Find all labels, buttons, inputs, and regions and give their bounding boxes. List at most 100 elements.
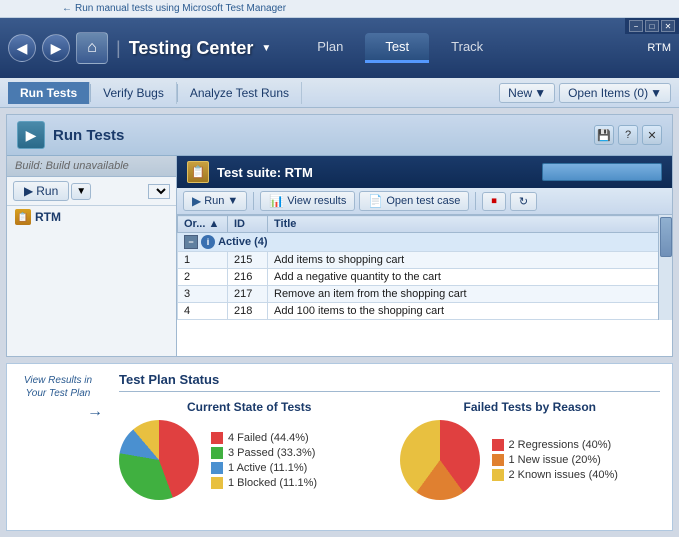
failed-tests-section: Failed Tests by Reason 2 Regressions (40… — [400, 400, 661, 500]
blocked-label: 1 Blocked (11.1%) — [228, 477, 317, 489]
panel-save-icon[interactable]: 💾 — [594, 125, 614, 145]
refresh-button[interactable]: ↻ — [510, 192, 537, 211]
legend-item-passed: 3 Passed (33.3%) — [211, 447, 317, 459]
blocked-color — [211, 477, 223, 489]
tab-track[interactable]: Track — [431, 33, 503, 63]
action-separator-1 — [253, 192, 254, 210]
new-label: New — [508, 86, 532, 100]
refresh-icon: ↻ — [519, 195, 528, 208]
toolbar-verify-bugs[interactable]: Verify Bugs — [91, 82, 177, 104]
table-row[interactable]: 3 217 Remove an item from the shopping c… — [178, 286, 672, 303]
view-results-button[interactable]: 📊 View results — [260, 191, 355, 211]
run-dropdown-button[interactable]: ▼ — [71, 183, 91, 200]
sort-icon: ▲ — [208, 218, 219, 230]
cell-id: 216 — [228, 269, 268, 286]
separator-1: | — [116, 38, 121, 59]
toolbar-analyze-test-runs[interactable]: Analyze Test Runs — [178, 82, 302, 104]
col-header-order[interactable]: Or... ▲ — [178, 216, 228, 233]
cell-title: Add 100 items to the shopping cart — [268, 303, 672, 320]
minimize-button[interactable]: − — [629, 20, 643, 32]
rtm-label: RTM — [647, 42, 671, 54]
suite-icon: 📋 — [187, 161, 209, 183]
current-state-label: Current State of Tests — [119, 400, 380, 414]
panel-title: Run Tests — [53, 127, 124, 144]
new-issue-label: 1 New issue (20%) — [509, 454, 601, 466]
scrollbar-thumb[interactable] — [660, 217, 672, 257]
test-table: Or... ▲ ID Title − i — [177, 215, 672, 320]
run-label: Run — [36, 184, 58, 198]
failed-color — [211, 432, 223, 444]
open-test-case-button[interactable]: 📄 Open test case — [359, 191, 469, 211]
legend-item-new-issue: 1 New issue (20%) — [492, 454, 618, 466]
toolbar-run-tests[interactable]: Run Tests — [8, 82, 90, 104]
top-annotation: Run manual tests using Microsoft Test Ma… — [75, 3, 286, 14]
collapse-button[interactable]: − — [184, 235, 198, 249]
failed-label: 4 Failed (44.4%) — [228, 432, 309, 444]
cell-id: 218 — [228, 303, 268, 320]
group-row-active: − i Active (4) — [178, 233, 672, 252]
legend-item-blocked: 1 Blocked (11.1%) — [211, 477, 317, 489]
passed-color — [211, 447, 223, 459]
current-state-pie — [119, 420, 199, 500]
view-results-label: View results — [287, 195, 346, 207]
failed-tests-pie — [400, 420, 480, 500]
tree-item-rtm[interactable]: 📋 RTM — [7, 206, 176, 228]
status-title: Test Plan Status — [119, 372, 660, 392]
cell-title: Add a negative quantity to the cart — [268, 269, 672, 286]
new-issue-color — [492, 454, 504, 466]
scrollbar[interactable] — [658, 215, 672, 320]
forward-button[interactable]: ▶ — [42, 34, 70, 62]
panel-help-icon[interactable]: ? — [618, 125, 638, 145]
title-dropdown-arrow[interactable]: ▼ — [261, 43, 271, 54]
run-action-label: Run — [204, 195, 224, 207]
cell-order: 3 — [178, 286, 228, 303]
active-label: 1 Active (11.1%) — [228, 462, 307, 474]
callout-line1: View Results in — [24, 375, 92, 386]
table-row[interactable]: 1 215 Add items to shopping cart — [178, 252, 672, 269]
callout-line2: Your Test Plan — [26, 388, 91, 399]
table-row[interactable]: 2 216 Add a negative quantity to the car… — [178, 269, 672, 286]
known-issues-color — [492, 469, 504, 481]
stop-button[interactable]: ⏹ — [482, 192, 506, 211]
cell-id: 215 — [228, 252, 268, 269]
view-results-icon: 📊 — [269, 194, 284, 208]
run-play-icon: ▶ — [24, 184, 33, 198]
maximize-button[interactable]: □ — [645, 20, 659, 32]
cell-order: 1 — [178, 252, 228, 269]
tab-test[interactable]: Test — [365, 33, 429, 63]
current-state-legend: 4 Failed (44.4%) 3 Passed (33.3%) 1 Acti… — [211, 432, 317, 489]
stop-icon: ⏹ — [491, 195, 497, 208]
back-button[interactable]: ◀ — [8, 34, 36, 62]
group-label: Active (4) — [218, 236, 268, 248]
active-info-icon: i — [201, 235, 215, 249]
close-button[interactable]: ✕ — [661, 20, 675, 32]
new-button[interactable]: New ▼ — [499, 83, 555, 103]
suite-title: Test suite: RTM — [217, 165, 313, 180]
legend-item-failed: 4 Failed (44.4%) — [211, 432, 317, 444]
action-separator-2 — [475, 192, 476, 210]
cell-order: 2 — [178, 269, 228, 286]
run-action-button[interactable]: ▶ Run ▼ — [183, 191, 247, 211]
run-button[interactable]: ▶ Run — [13, 181, 69, 201]
home-button[interactable]: ⌂ — [76, 32, 108, 64]
legend-item-regressions: 2 Regressions (40%) — [492, 439, 618, 451]
regressions-label: 2 Regressions (40%) — [509, 439, 612, 451]
table-row[interactable]: 4 218 Add 100 items to the shopping cart — [178, 303, 672, 320]
suite-search-input[interactable] — [542, 163, 662, 181]
new-dropdown-arrow[interactable]: ▼ — [534, 86, 546, 100]
cell-title: Remove an item from the shopping cart — [268, 286, 672, 303]
open-items-dropdown-arrow[interactable]: ▼ — [650, 86, 662, 100]
legend-item-active: 1 Active (11.1%) — [211, 462, 317, 474]
col-header-id[interactable]: ID — [228, 216, 268, 233]
legend-item-known-issues: 2 Known issues (40%) — [492, 469, 618, 481]
rtm-tree-icon: 📋 — [15, 209, 31, 225]
cell-id: 217 — [228, 286, 268, 303]
run-action-dropdown[interactable]: ▼ — [227, 195, 238, 207]
open-test-case-label: Open test case — [386, 195, 460, 207]
run-select[interactable] — [148, 184, 170, 199]
open-items-button[interactable]: Open Items (0) ▼ — [559, 83, 671, 103]
tab-plan[interactable]: Plan — [297, 33, 363, 63]
panel-icon: ▶ — [17, 121, 45, 149]
col-header-title[interactable]: Title — [268, 216, 672, 233]
panel-close-icon[interactable]: ✕ — [642, 125, 662, 145]
